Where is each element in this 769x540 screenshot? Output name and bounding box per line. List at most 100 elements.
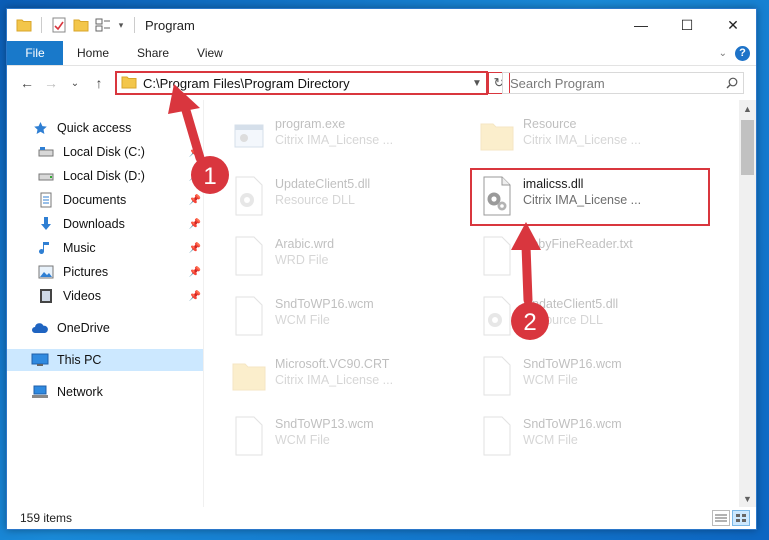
drive-icon: [37, 168, 55, 184]
details-view-icon[interactable]: [712, 510, 730, 526]
tab-home[interactable]: Home: [63, 41, 123, 65]
pin-icon[interactable]: 📌: [189, 243, 201, 254]
videos-icon: [37, 288, 55, 304]
sidebar-item-network[interactable]: Network: [7, 381, 203, 403]
window-title: Program: [145, 17, 195, 33]
file-icon: [229, 412, 269, 460]
file-item[interactable]: UpdateClient5.dll Resource DLL: [477, 290, 713, 346]
new-folder-icon[interactable]: [72, 16, 90, 34]
pin-icon[interactable]: 📌: [189, 171, 201, 182]
pictures-icon: [37, 264, 55, 280]
address-path[interactable]: C:\Program Files\Program Directory: [143, 76, 468, 91]
back-button[interactable]: ←: [15, 71, 39, 95]
chevron-down-icon[interactable]: ▾: [116, 16, 126, 34]
help-icon[interactable]: ?: [735, 45, 750, 61]
sidebar-item-local-disk-d[interactable]: Local Disk (D:) 📌: [7, 165, 203, 187]
dll-icon: [229, 172, 269, 220]
tab-share[interactable]: Share: [123, 41, 183, 65]
title-bar: ▾ Program — ☐ ✕: [7, 9, 756, 41]
pane-splitter[interactable]: [203, 100, 204, 507]
tab-file[interactable]: File: [7, 41, 63, 65]
sidebar-item-pictures[interactable]: Pictures 📌: [7, 261, 203, 283]
close-button[interactable]: ✕: [710, 9, 756, 41]
file-description: Resource DLL: [275, 193, 355, 207]
vertical-scrollbar[interactable]: ▲ ▼: [739, 100, 756, 507]
file-name: UpdateClient5.dll: [523, 297, 619, 311]
arrow-right-icon: →: [44, 75, 58, 91]
tiles-view-icon[interactable]: [732, 510, 750, 526]
minimize-button[interactable]: —: [618, 9, 664, 41]
documents-icon: [37, 192, 55, 208]
pin-icon[interactable]: 📌: [189, 267, 201, 278]
file-name: AbbyFineReader.txt: [523, 237, 633, 251]
file-item[interactable]: SndToWP16.wcm WCM File: [477, 410, 713, 466]
file-description: WCM File: [275, 313, 330, 327]
search-icon[interactable]: [721, 77, 743, 89]
pin-icon[interactable]: 📌: [189, 195, 201, 206]
file-name: Microsoft.VC90.CRT: [275, 357, 390, 371]
file-item[interactable]: SndToWP16.wcm WCM File: [477, 350, 713, 406]
folder-icon: [229, 352, 269, 400]
search-box[interactable]: [502, 72, 744, 94]
scroll-down-icon[interactable]: ▼: [739, 490, 756, 507]
separator: [41, 17, 42, 33]
sidebar-item-label: Downloads: [63, 217, 125, 231]
file-item[interactable]: SndToWP16.wcm WCM File: [229, 290, 465, 346]
ribbon-tabs: File Home Share View ⌄ ?: [7, 41, 756, 66]
sidebar-item-label: Local Disk (D:): [63, 169, 145, 183]
chevron-down-icon: ⌄: [70, 77, 80, 89]
sidebar-item-quick-access[interactable]: Quick access: [7, 117, 203, 139]
sidebar-item-music[interactable]: Music 📌: [7, 237, 203, 259]
sidebar-item-onedrive[interactable]: OneDrive: [7, 317, 203, 339]
address-bar[interactable]: C:\Program Files\Program Directory ▼: [115, 71, 488, 95]
view-toggle: [712, 510, 750, 526]
sidebar-item-videos[interactable]: Videos 📌: [7, 285, 203, 307]
properties-icon[interactable]: [50, 16, 68, 34]
item-count: 159 items: [20, 511, 73, 525]
file-item[interactable]: Microsoft.VC90.CRT Citrix IMA_License ...: [229, 350, 465, 406]
forward-button[interactable]: →: [39, 71, 63, 95]
scroll-thumb[interactable]: [741, 120, 754, 175]
file-description: WRD File: [275, 253, 329, 267]
navigation-bar: ← → ⌄ ↑ C:\Program Files\Program Directo…: [7, 66, 756, 100]
sidebar-item-documents[interactable]: Documents 📌: [7, 189, 203, 211]
sidebar-item-local-disk-c[interactable]: Local Disk (C:) 📌: [7, 141, 203, 163]
file-name: UpdateClient5.dll: [275, 177, 371, 191]
ribbon-right: ⌄ ?: [719, 41, 756, 65]
up-button[interactable]: ↑: [87, 71, 111, 95]
recent-locations-button[interactable]: ⌄: [63, 71, 87, 95]
tab-view[interactable]: View: [183, 41, 237, 65]
file-description: Citrix IMA_License ...: [523, 133, 642, 147]
sidebar-item-downloads[interactable]: Downloads 📌: [7, 213, 203, 235]
window-controls: — ☐ ✕: [618, 9, 756, 41]
pin-icon[interactable]: 📌: [189, 219, 201, 230]
view-options-icon[interactable]: [94, 16, 112, 34]
file-icon: [229, 292, 269, 340]
search-input[interactable]: [503, 73, 721, 93]
file-item[interactable]: UpdateClient5.dll Resource DLL: [229, 170, 465, 226]
folder-icon: [15, 16, 33, 34]
quick-access-toolbar: ▾: [7, 9, 139, 41]
scroll-up-icon[interactable]: ▲: [739, 100, 756, 117]
file-description: WCM File: [275, 433, 330, 447]
file-description: Citrix IMA_License ...: [275, 133, 394, 147]
sidebar-item-this-pc[interactable]: This PC: [7, 349, 203, 371]
expand-ribbon-icon[interactable]: ⌄: [719, 48, 727, 59]
file-description: WCM File: [523, 433, 578, 447]
file-name: SndToWP16.wcm: [275, 297, 374, 311]
exe-icon: [229, 112, 269, 160]
arrow-up-icon: ↑: [95, 75, 103, 91]
file-item[interactable]: AbbyFineReader.txt: [477, 230, 713, 286]
chevron-down-icon[interactable]: ▼: [468, 78, 486, 89]
file-item[interactable]: SndToWP13.wcm WCM File: [229, 410, 465, 466]
pin-icon[interactable]: 📌: [189, 147, 201, 158]
file-description: WCM File: [523, 373, 578, 387]
file-item[interactable]: Arabic.wrd WRD File: [229, 230, 465, 286]
drive-icon: [37, 144, 55, 160]
pin-icon[interactable]: 📌: [189, 291, 201, 302]
file-item[interactable]: Resource Citrix IMA_License ...: [477, 110, 713, 166]
cloud-icon: [31, 320, 49, 336]
file-item[interactable]: program.exe Citrix IMA_License ...: [229, 110, 465, 166]
maximize-button[interactable]: ☐: [664, 9, 710, 41]
file-list: program.exe Citrix IMA_License ... Resour…: [207, 100, 740, 507]
